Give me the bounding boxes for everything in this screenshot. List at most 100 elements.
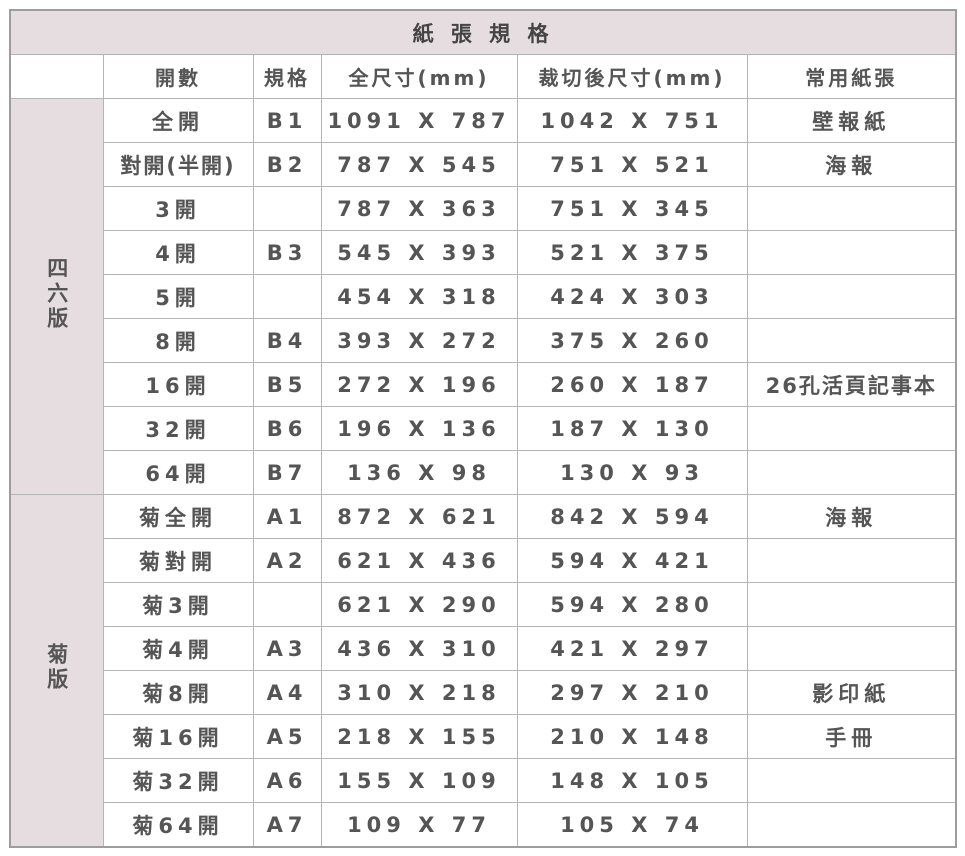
- cell-cut-size: 521 X 375: [516, 230, 748, 275]
- column-header-row: 開數 規格 全尺寸(mm) 裁切後尺寸(mm) 常用紙張: [9, 54, 957, 99]
- cell-common: 海報: [746, 142, 957, 187]
- header-blank: [9, 54, 104, 99]
- cell-common: 海報: [746, 494, 957, 539]
- cell-open: 3開: [102, 186, 254, 231]
- paper-size-table: 紙 張 規 格 開數 規格 全尺寸(mm) 裁切後尺寸(mm) 常用紙張 四六版…: [9, 9, 958, 848]
- group-label-46: 四六版: [9, 98, 104, 495]
- header-open-count: 開數: [102, 54, 254, 99]
- cell-open: 菊64開: [102, 802, 254, 848]
- cell-spec: B1: [252, 98, 322, 143]
- cell-spec: [252, 186, 322, 231]
- cell-full-size: 436 X 310: [320, 626, 518, 671]
- cell-open: 菊8開: [102, 670, 254, 715]
- table-row: 菊對開 A2 621 X 436 594 X 421: [10, 538, 957, 583]
- cell-common: [746, 538, 957, 583]
- header-spec: 規格: [252, 54, 322, 99]
- cell-cut-size: 421 X 297: [516, 626, 748, 671]
- table-row: 32開 B6 196 X 136 187 X 130: [10, 406, 957, 451]
- cell-common: 手冊: [746, 714, 957, 759]
- cell-full-size: 454 X 318: [320, 274, 518, 319]
- cell-full-size: 787 X 363: [320, 186, 518, 231]
- cell-cut-size: 187 X 130: [516, 406, 748, 451]
- cell-full-size: 1091 X 787: [320, 98, 518, 143]
- table-row: 3開 787 X 363 751 X 345: [10, 186, 957, 231]
- cell-common: [746, 450, 957, 495]
- cell-open: 菊全開: [102, 494, 254, 539]
- cell-spec: A1: [252, 494, 322, 539]
- cell-spec: [252, 274, 322, 319]
- cell-cut-size: 594 X 280: [516, 582, 748, 627]
- table-row: 菊64開 A7 109 X 77 105 X 74: [10, 802, 957, 848]
- cell-cut-size: 842 X 594: [516, 494, 748, 539]
- cell-common: [746, 318, 957, 363]
- cell-full-size: 272 X 196: [320, 362, 518, 407]
- table-row: 菊3開 621 X 290 594 X 280: [10, 582, 957, 627]
- cell-common: [746, 758, 957, 803]
- cell-open: 全開: [102, 98, 254, 143]
- cell-cut-size: 210 X 148: [516, 714, 748, 759]
- header-common-paper: 常用紙張: [746, 54, 957, 99]
- table-row: 4開 B3 545 X 393 521 X 375: [10, 230, 957, 275]
- cell-cut-size: 260 X 187: [516, 362, 748, 407]
- table-row: 菊32開 A6 155 X 109 148 X 105: [10, 758, 957, 803]
- table-row: 8開 B4 393 X 272 375 X 260: [10, 318, 957, 363]
- table-row: 菊版 菊全開 A1 872 X 621 842 X 594 海報: [9, 494, 957, 848]
- table-title: 紙 張 規 格: [9, 9, 957, 55]
- cell-full-size: 872 X 621: [320, 494, 518, 539]
- cell-cut-size: 105 X 74: [516, 802, 748, 848]
- cell-common: [746, 274, 957, 319]
- cell-open: 32開: [102, 406, 254, 451]
- cell-spec: B4: [252, 318, 322, 363]
- cell-common: 26孔活頁記事本: [746, 362, 957, 407]
- cell-open: 對開(半開): [102, 142, 254, 187]
- table-row: 菊8開 A4 310 X 218 297 X 210 影印紙: [10, 670, 957, 715]
- header-full-size: 全尺寸(mm): [320, 54, 518, 99]
- cell-common: 壁報紙: [746, 98, 957, 143]
- table-row: 16開 B5 272 X 196 260 X 187 26孔活頁記事本: [10, 362, 957, 407]
- cell-common: 影印紙: [746, 670, 957, 715]
- cell-full-size: 545 X 393: [320, 230, 518, 275]
- cell-open: 菊3開: [102, 582, 254, 627]
- group-label-ju: 菊版: [9, 494, 104, 848]
- cell-open: 64開: [102, 450, 254, 495]
- cell-spec: B3: [252, 230, 322, 275]
- cell-common: [746, 230, 957, 275]
- cell-open: 8開: [102, 318, 254, 363]
- cell-full-size: 621 X 436: [320, 538, 518, 583]
- cell-open: 4開: [102, 230, 254, 275]
- cell-spec: B7: [252, 450, 322, 495]
- cell-full-size: 155 X 109: [320, 758, 518, 803]
- cell-common: [746, 582, 957, 627]
- table-row: 菊16開 A5 218 X 155 210 X 148 手冊: [10, 714, 957, 759]
- cell-common: [746, 802, 957, 848]
- cell-spec: A2: [252, 538, 322, 583]
- cell-full-size: 310 X 218: [320, 670, 518, 715]
- cell-cut-size: 594 X 421: [516, 538, 748, 583]
- table-row: 對開(半開) B2 787 X 545 751 X 521 海報: [10, 142, 957, 187]
- cell-open: 菊4開: [102, 626, 254, 671]
- cell-full-size: 393 X 272: [320, 318, 518, 363]
- cell-spec: A5: [252, 714, 322, 759]
- cell-cut-size: 130 X 93: [516, 450, 748, 495]
- cell-open: 菊16開: [102, 714, 254, 759]
- table-row: 64開 B7 136 X 98 130 X 93: [10, 450, 957, 495]
- cell-full-size: 196 X 136: [320, 406, 518, 451]
- cell-spec: A7: [252, 802, 322, 848]
- header-cut-size: 裁切後尺寸(mm): [516, 54, 748, 99]
- cell-spec: A4: [252, 670, 322, 715]
- cell-cut-size: 297 X 210: [516, 670, 748, 715]
- cell-common: [746, 186, 957, 231]
- table-row: 菊4開 A3 436 X 310 421 X 297: [10, 626, 957, 671]
- cell-full-size: 621 X 290: [320, 582, 518, 627]
- cell-spec: A3: [252, 626, 322, 671]
- table-row: 5開 454 X 318 424 X 303: [10, 274, 957, 319]
- cell-cut-size: 751 X 521: [516, 142, 748, 187]
- cell-spec: B5: [252, 362, 322, 407]
- cell-common: [746, 406, 957, 451]
- table-row: 四六版 全開 B1 1091 X 787 1042 X 751 壁報紙: [9, 98, 957, 495]
- cell-full-size: 787 X 545: [320, 142, 518, 187]
- cell-open: 菊32開: [102, 758, 254, 803]
- cell-full-size: 136 X 98: [320, 450, 518, 495]
- cell-spec: A6: [252, 758, 322, 803]
- cell-full-size: 109 X 77: [320, 802, 518, 848]
